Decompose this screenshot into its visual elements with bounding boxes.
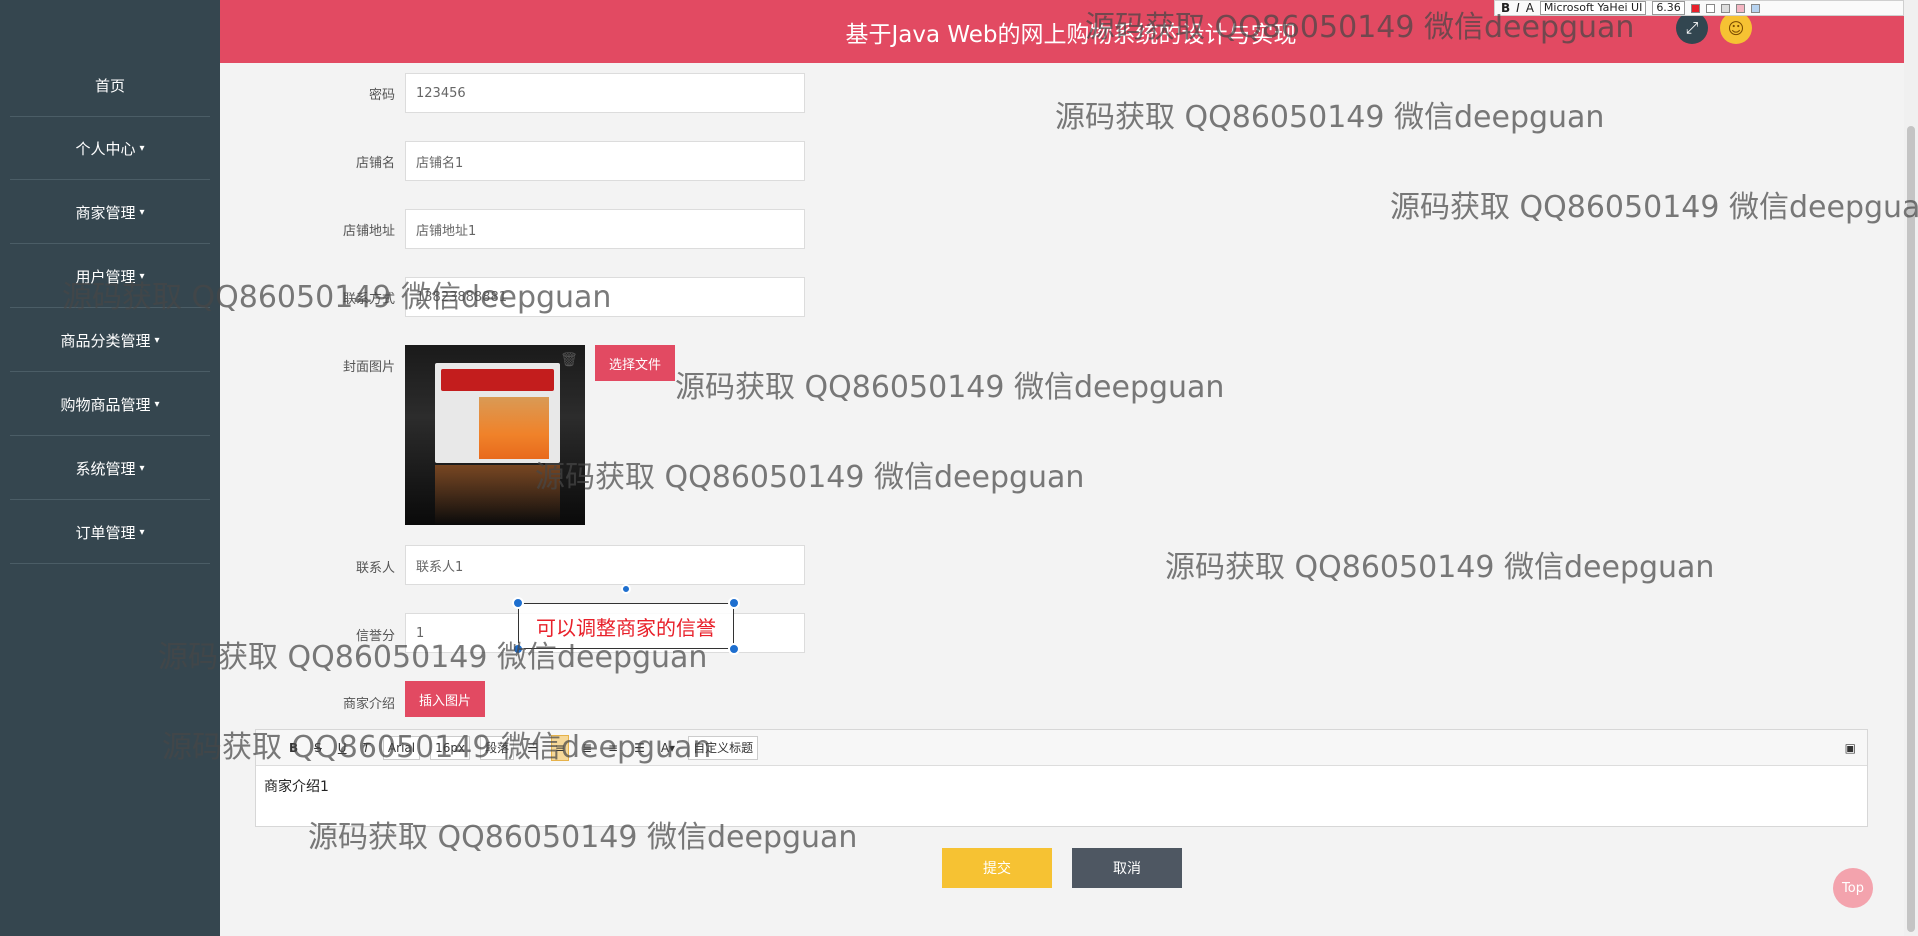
watermark: 源码获取 QQ86050149 微信deepguan — [535, 460, 1085, 495]
password-field[interactable]: 123456 — [405, 73, 805, 113]
insert-image-button[interactable]: 插入图片 — [405, 681, 485, 717]
shop-address-field[interactable]: 店铺地址1 — [405, 209, 805, 249]
submit-button[interactable]: 提交 — [942, 848, 1052, 888]
sidebar-item-merchant[interactable]: 商家管理 ▾ — [10, 181, 210, 244]
sidebar-item-label: 首页 — [94, 76, 125, 95]
user-avatar-icon[interactable]: ☺ — [1720, 12, 1752, 44]
sidebar-item-category[interactable]: 商品分类管理 ▾ — [10, 309, 210, 372]
shop-address-label: 店铺地址 — [342, 224, 395, 239]
shop-name-label: 店铺名 — [355, 156, 395, 171]
back-to-top-button[interactable]: Top — [1833, 868, 1873, 908]
color-swatch-icon[interactable] — [1720, 3, 1730, 13]
format-size-select[interactable]: 6.36 — [1652, 1, 1685, 15]
rotate-handle-icon[interactable] — [621, 584, 631, 594]
preview-icon[interactable]: ▣ — [1842, 735, 1859, 761]
watermark: 源码获取 QQ86050149 微信deepguan — [308, 820, 858, 855]
watermark: 源码获取 QQ86050149 微信deepguan — [675, 370, 1225, 405]
cover-label: 封面图片 — [342, 360, 395, 375]
sidebar: 首页 个人中心 ▾ 商家管理 ▾ 用户管理 ▾ 商品分类管理 ▾ 购物商品管理 ▾ 系统管… — [0, 0, 220, 936]
watermark: 源码获取 QQ86050149 微信deepguan — [1085, 10, 1635, 45]
store-sign — [441, 369, 554, 391]
watermark: 源码获取 QQ86050149 微信deepguan — [1390, 190, 1918, 225]
color-swatch-icon[interactable] — [1690, 3, 1700, 13]
sidebar-item-label: 购物商品管理 — [60, 395, 151, 414]
shop-name-field[interactable]: 店铺名1 — [405, 141, 805, 181]
resize-handle-icon[interactable] — [512, 597, 524, 609]
caret-down-icon: ▾ — [139, 206, 145, 218]
watermark: 源码获取 QQ86050149 微信deepguan — [158, 640, 708, 675]
cover-image — [405, 345, 585, 525]
sidebar-item-label: 系统管理 — [75, 459, 136, 478]
resize-handle-icon[interactable] — [728, 597, 740, 609]
caret-down-icon: ▾ — [154, 334, 160, 346]
sidebar-item-products[interactable]: 购物商品管理 ▾ — [10, 373, 210, 436]
scrollbar-thumb[interactable] — [1907, 126, 1915, 932]
editor-content[interactable]: 商家介绍1 — [256, 766, 1867, 806]
color-swatch-icon[interactable] — [1735, 3, 1745, 13]
sidebar-item-system[interactable]: 系统管理 ▾ — [10, 437, 210, 500]
sidebar-item-home[interactable]: 首页 — [10, 54, 210, 117]
sidebar-item-label: 个人中心 — [75, 139, 136, 158]
contact-person-label: 联系人 — [355, 561, 395, 576]
color-swatch-icon[interactable] — [1705, 3, 1715, 13]
sidebar-item-label: 订单管理 — [75, 523, 136, 542]
store-photo — [435, 363, 560, 463]
watermark: 源码获取 QQ86050149 微信deepguan — [1165, 550, 1715, 585]
resize-handle-icon[interactable] — [728, 643, 740, 655]
sidebar-item-personal-center[interactable]: 个人中心 ▾ — [10, 117, 210, 180]
sidebar-item-label: 商品分类管理 — [60, 331, 151, 350]
sidebar-item-label: 商家管理 — [75, 203, 136, 222]
caret-down-icon: ▾ — [139, 526, 145, 538]
scrollbar[interactable] — [1904, 0, 1918, 936]
choose-file-button[interactable]: 选择文件 — [595, 345, 675, 381]
trash-icon[interactable]: 🗑 — [559, 350, 579, 370]
watermark: 源码获取 QQ86050149 微信deepguan — [62, 280, 612, 315]
fullscreen-icon[interactable]: ⤢ — [1676, 12, 1708, 44]
sidebar-item-orders[interactable]: 订单管理 ▾ — [10, 501, 210, 564]
color-swatch-icon[interactable] — [1750, 3, 1760, 13]
store-window — [479, 397, 549, 459]
caret-down-icon: ▾ — [139, 462, 145, 474]
caret-down-icon: ▾ — [154, 398, 160, 410]
watermark: 源码获取 QQ86050149 微信deepguan — [162, 730, 712, 765]
password-label: 密码 — [368, 88, 395, 103]
contact-person-field[interactable]: 联系人1 — [405, 545, 805, 585]
cancel-button[interactable]: 取消 — [1072, 848, 1182, 888]
caret-down-icon: ▾ — [139, 142, 145, 154]
watermark: 源码获取 QQ86050149 微信deepguan — [1055, 100, 1605, 135]
intro-label: 商家介绍 — [342, 697, 395, 712]
